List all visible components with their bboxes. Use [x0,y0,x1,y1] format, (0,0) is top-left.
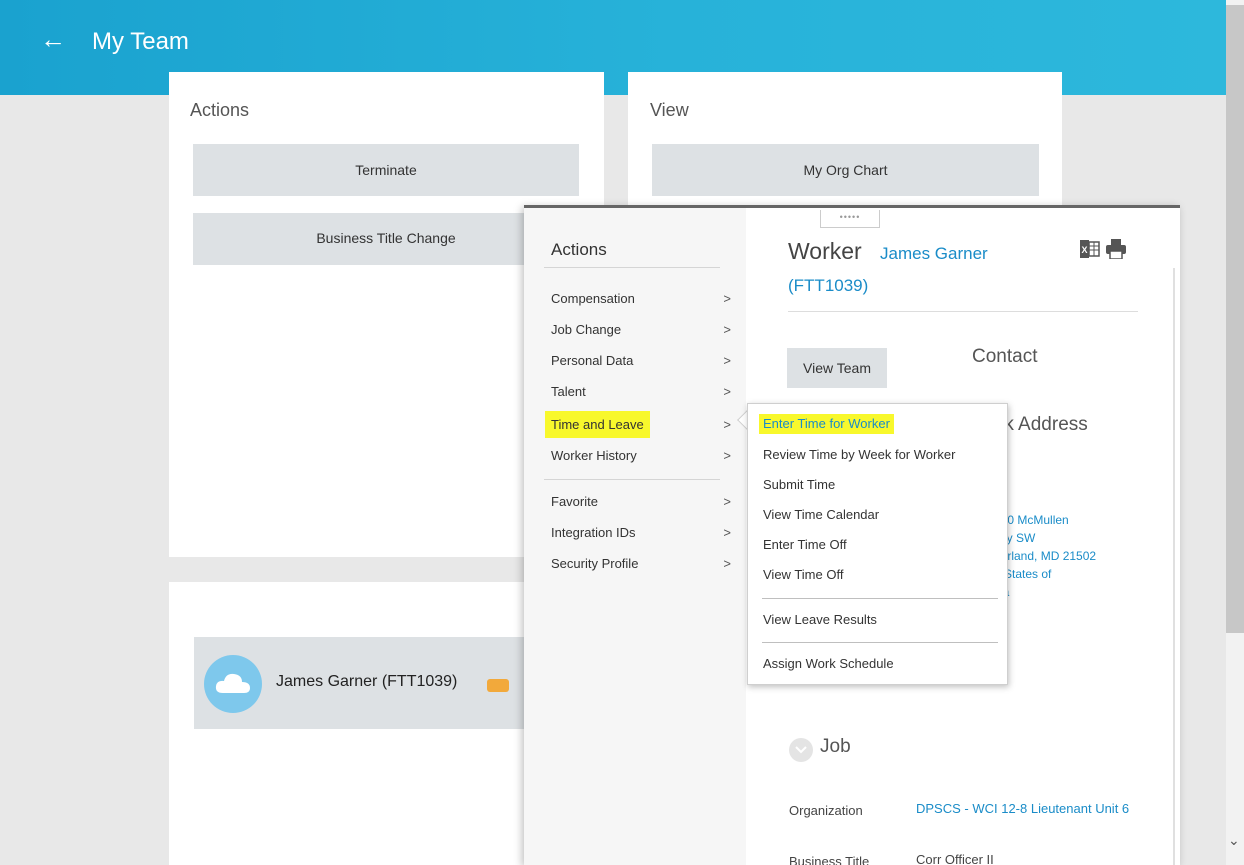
avatar [204,655,262,713]
submenu-item-enter-time-for-worker[interactable]: Enter Time for Worker [759,414,894,434]
job-heading: Job [820,736,851,757]
submenu-item-view-time-calendar[interactable]: View Time Calendar [763,505,879,525]
worker-id-link[interactable]: (FTT1039) [788,276,868,296]
menu-item-security-profile[interactable]: Security Profile > [551,553,731,575]
cloud-icon [215,673,250,693]
divider [762,598,998,599]
submenu-item-assign-work-schedule[interactable]: Assign Work Schedule [763,654,894,674]
menu-item-time-and-leave[interactable]: Time and Leave > [545,411,731,438]
menu-item-worker-history[interactable]: Worker History > [551,445,731,467]
menu-item-favorite[interactable]: Favorite > [551,491,731,513]
chevron-right-icon: > [723,448,731,463]
excel-export-icon[interactable]: X [1080,240,1100,258]
page-title: My Team [92,28,189,55]
menu-item-compensation[interactable]: Compensation > [551,288,731,310]
related-actions-icon[interactable] [487,679,509,692]
expand-job-button[interactable] [789,738,813,762]
my-org-chart-button[interactable]: My Org Chart [652,144,1039,196]
address-line[interactable]: berland, MD 21502 [994,547,1096,565]
business-title-value: Corr Officer II [916,852,994,865]
chevron-right-icon: > [723,291,731,306]
chevron-right-icon: > [723,417,731,432]
svg-text:X: X [1082,245,1088,255]
organization-label: Organization [789,803,863,818]
chevron-right-icon: > [723,384,731,399]
chevron-right-icon: > [723,494,731,509]
business-title-label: Business Title [789,854,870,865]
team-member-name[interactable]: James Garner (FTT1039) [276,673,457,691]
worker-name-link[interactable]: James Garner [880,244,988,264]
chevron-down-icon[interactable]: ⌄ [1228,832,1240,849]
terminate-button[interactable]: Terminate [193,144,579,196]
print-icon[interactable] [1106,239,1126,259]
chevron-right-icon: > [723,322,731,337]
work-address-heading: rk Address [998,414,1088,435]
divider [544,479,720,480]
actions-menu: Actions Compensation > Job Change > Person… [524,208,746,865]
divider [544,267,720,268]
actions-card-title: Actions [190,100,250,120]
view-card: View My Org Chart [628,72,1062,212]
view-card-title: View [650,100,689,120]
chevron-right-icon: > [723,556,731,571]
organization-value[interactable]: DPSCS - WCI 12-8 Lieutenant Unit 6 [916,800,1156,818]
chevron-right-icon: > [723,525,731,540]
contact-heading: Contact [972,346,1038,367]
time-and-leave-submenu: Enter Time for Worker Review Time by Wee… [747,403,1008,685]
menu-item-talent[interactable]: Talent > [551,381,731,403]
business-title-change-button[interactable]: Business Title Change [193,213,579,265]
scrollbar-thumb[interactable] [1226,5,1244,633]
view-team-button[interactable]: View Team [787,348,887,388]
submenu-item-view-leave-results[interactable]: View Leave Results [763,610,877,630]
menu-item-job-change[interactable]: Job Change > [551,319,731,341]
worker-label: Worker [788,238,862,264]
divider [762,642,998,643]
panel-scrollbar[interactable] [1173,268,1175,865]
team-member-tile[interactable]: James Garner (FTT1039) [194,637,524,729]
drag-handle[interactable]: ••••• [820,210,880,228]
arrow-left-icon[interactable]: ← [40,24,66,54]
submenu-item-view-time-off[interactable]: View Time Off [763,565,843,585]
chevron-down-icon [795,746,807,754]
submenu-item-review-time-by-week[interactable]: Review Time by Week for Worker [763,445,955,465]
menu-item-integration-ids[interactable]: Integration IDs > [551,522,731,544]
submenu-item-enter-time-off[interactable]: Enter Time Off [763,535,847,555]
chevron-right-icon: > [723,353,731,368]
submenu-item-submit-time[interactable]: Submit Time [763,475,835,495]
menu-item-personal-data[interactable]: Personal Data > [551,350,731,372]
actions-menu-heading: Actions [551,240,607,259]
divider [788,311,1138,312]
